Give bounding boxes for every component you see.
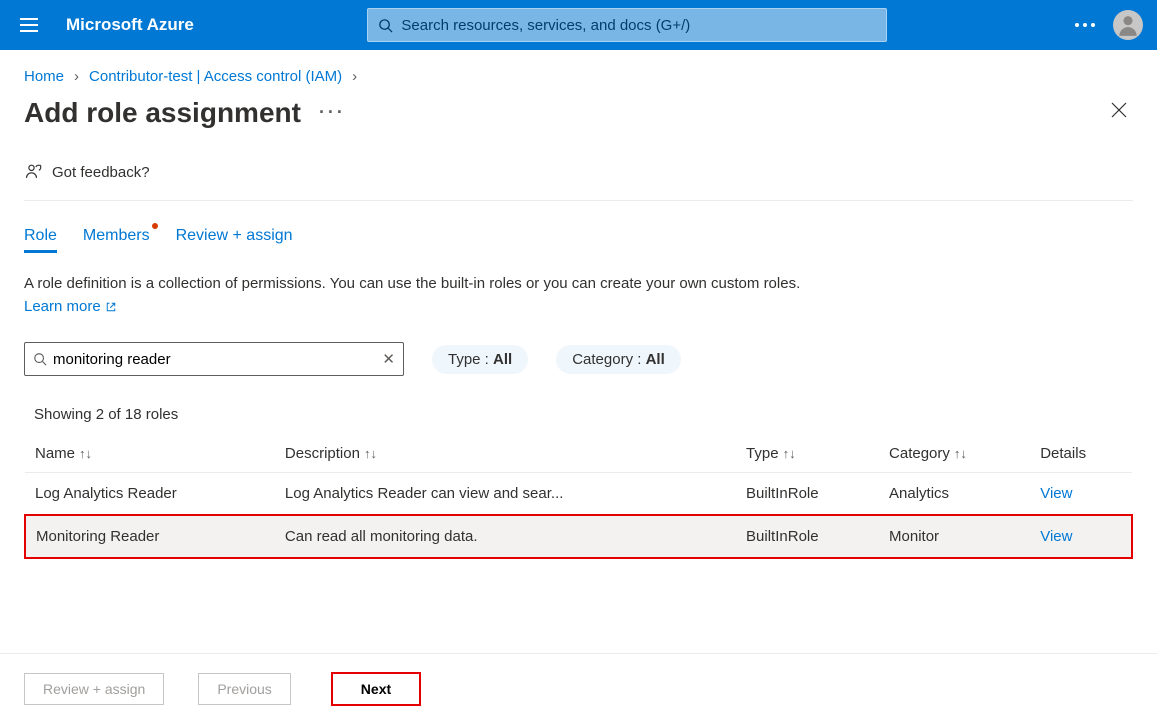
showing-count: Showing 2 of 18 roles bbox=[34, 406, 1133, 423]
cell-type: BuiltInRole bbox=[736, 515, 879, 558]
sort-icon: ↑↓ bbox=[364, 446, 377, 461]
global-search[interactable] bbox=[367, 8, 887, 42]
previous-button[interactable]: Previous bbox=[198, 673, 290, 705]
brand-label[interactable]: Microsoft Azure bbox=[66, 15, 194, 35]
description-body: A role definition is a collection of per… bbox=[24, 275, 800, 292]
col-details: Details bbox=[1030, 435, 1132, 473]
cell-description: Can read all monitoring data. bbox=[275, 515, 736, 558]
chevron-right-icon: › bbox=[352, 68, 357, 85]
table-row[interactable]: Monitoring Reader Can read all monitorin… bbox=[25, 515, 1132, 558]
breadcrumb-home[interactable]: Home bbox=[24, 68, 64, 85]
content-area: Got feedback? Role Members Review + assi… bbox=[0, 150, 1157, 653]
role-search[interactable]: ✕ bbox=[24, 342, 404, 376]
page-more-icon[interactable]: ··· bbox=[319, 102, 346, 123]
view-link[interactable]: View bbox=[1040, 485, 1072, 502]
feedback-icon bbox=[24, 162, 44, 182]
filter-type-value: All bbox=[493, 351, 512, 368]
col-description[interactable]: Description↑↓ bbox=[275, 435, 736, 473]
filter-category-label: Category : bbox=[572, 351, 645, 368]
close-icon[interactable] bbox=[1105, 95, 1133, 130]
cell-type: BuiltInRole bbox=[736, 473, 879, 516]
col-type[interactable]: Type↑↓ bbox=[736, 435, 879, 473]
breadcrumb-current[interactable]: Contributor-test | Access control (IAM) bbox=[89, 68, 342, 85]
cell-description: Log Analytics Reader can view and sear..… bbox=[275, 473, 736, 516]
external-link-icon bbox=[105, 301, 117, 313]
sort-icon: ↑↓ bbox=[954, 446, 967, 461]
alert-dot-icon bbox=[152, 223, 158, 229]
search-icon bbox=[33, 352, 47, 366]
view-link[interactable]: View bbox=[1040, 528, 1072, 545]
page-title-text: Add role assignment bbox=[24, 97, 301, 129]
avatar[interactable] bbox=[1113, 10, 1143, 40]
col-category[interactable]: Category↑↓ bbox=[879, 435, 1030, 473]
feedback-label: Got feedback? bbox=[52, 164, 150, 181]
page-title: Add role assignment ··· bbox=[24, 97, 346, 129]
filter-row: ✕ Type : All Category : All bbox=[24, 342, 1133, 376]
clear-icon[interactable]: ✕ bbox=[382, 350, 395, 368]
sort-icon: ↑↓ bbox=[79, 446, 92, 461]
role-search-input[interactable] bbox=[53, 351, 382, 368]
menu-icon[interactable] bbox=[14, 12, 44, 38]
top-header: Microsoft Azure bbox=[0, 0, 1157, 50]
tabs: Role Members Review + assign bbox=[24, 201, 1133, 259]
cell-category: Analytics bbox=[879, 473, 1030, 516]
next-button[interactable]: Next bbox=[331, 672, 421, 706]
role-table: Name↑↓ Description↑↓ Type↑↓ Category↑↓ D… bbox=[24, 435, 1133, 559]
more-icon[interactable] bbox=[1075, 23, 1095, 27]
table-row[interactable]: Log Analytics Reader Log Analytics Reade… bbox=[25, 473, 1132, 516]
chevron-right-icon: › bbox=[74, 68, 79, 85]
filter-category[interactable]: Category : All bbox=[556, 345, 681, 374]
filter-category-value: All bbox=[646, 351, 665, 368]
cell-name: Monitoring Reader bbox=[25, 515, 275, 558]
review-assign-button[interactable]: Review + assign bbox=[24, 673, 164, 705]
tab-members[interactable]: Members bbox=[83, 227, 150, 251]
description-text: A role definition is a collection of per… bbox=[24, 273, 804, 318]
search-icon bbox=[378, 18, 393, 33]
learn-more-link[interactable]: Learn more bbox=[24, 298, 117, 315]
col-name[interactable]: Name↑↓ bbox=[25, 435, 275, 473]
global-search-input[interactable] bbox=[401, 17, 876, 34]
filter-type[interactable]: Type : All bbox=[432, 345, 528, 374]
filter-type-label: Type : bbox=[448, 351, 493, 368]
sort-icon: ↑↓ bbox=[783, 446, 796, 461]
breadcrumb: Home › Contributor-test | Access control… bbox=[24, 68, 1133, 85]
tab-review[interactable]: Review + assign bbox=[176, 227, 293, 251]
feedback-link[interactable]: Got feedback? bbox=[24, 150, 1133, 201]
cell-name: Log Analytics Reader bbox=[25, 473, 275, 516]
tab-members-label: Members bbox=[83, 227, 150, 244]
cell-category: Monitor bbox=[879, 515, 1030, 558]
tab-role[interactable]: Role bbox=[24, 227, 57, 251]
footer: Review + assign Previous Next bbox=[0, 653, 1157, 723]
